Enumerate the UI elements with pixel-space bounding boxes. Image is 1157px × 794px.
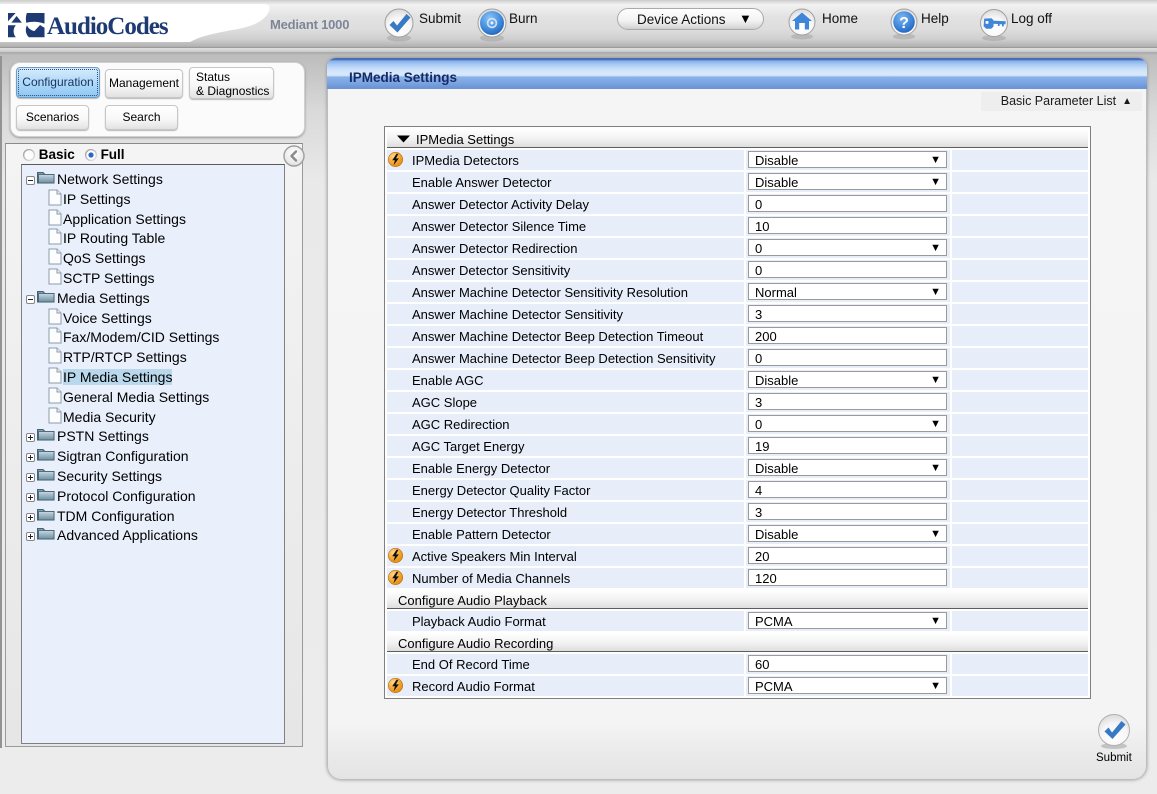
svg-text:?: ? <box>899 15 909 32</box>
